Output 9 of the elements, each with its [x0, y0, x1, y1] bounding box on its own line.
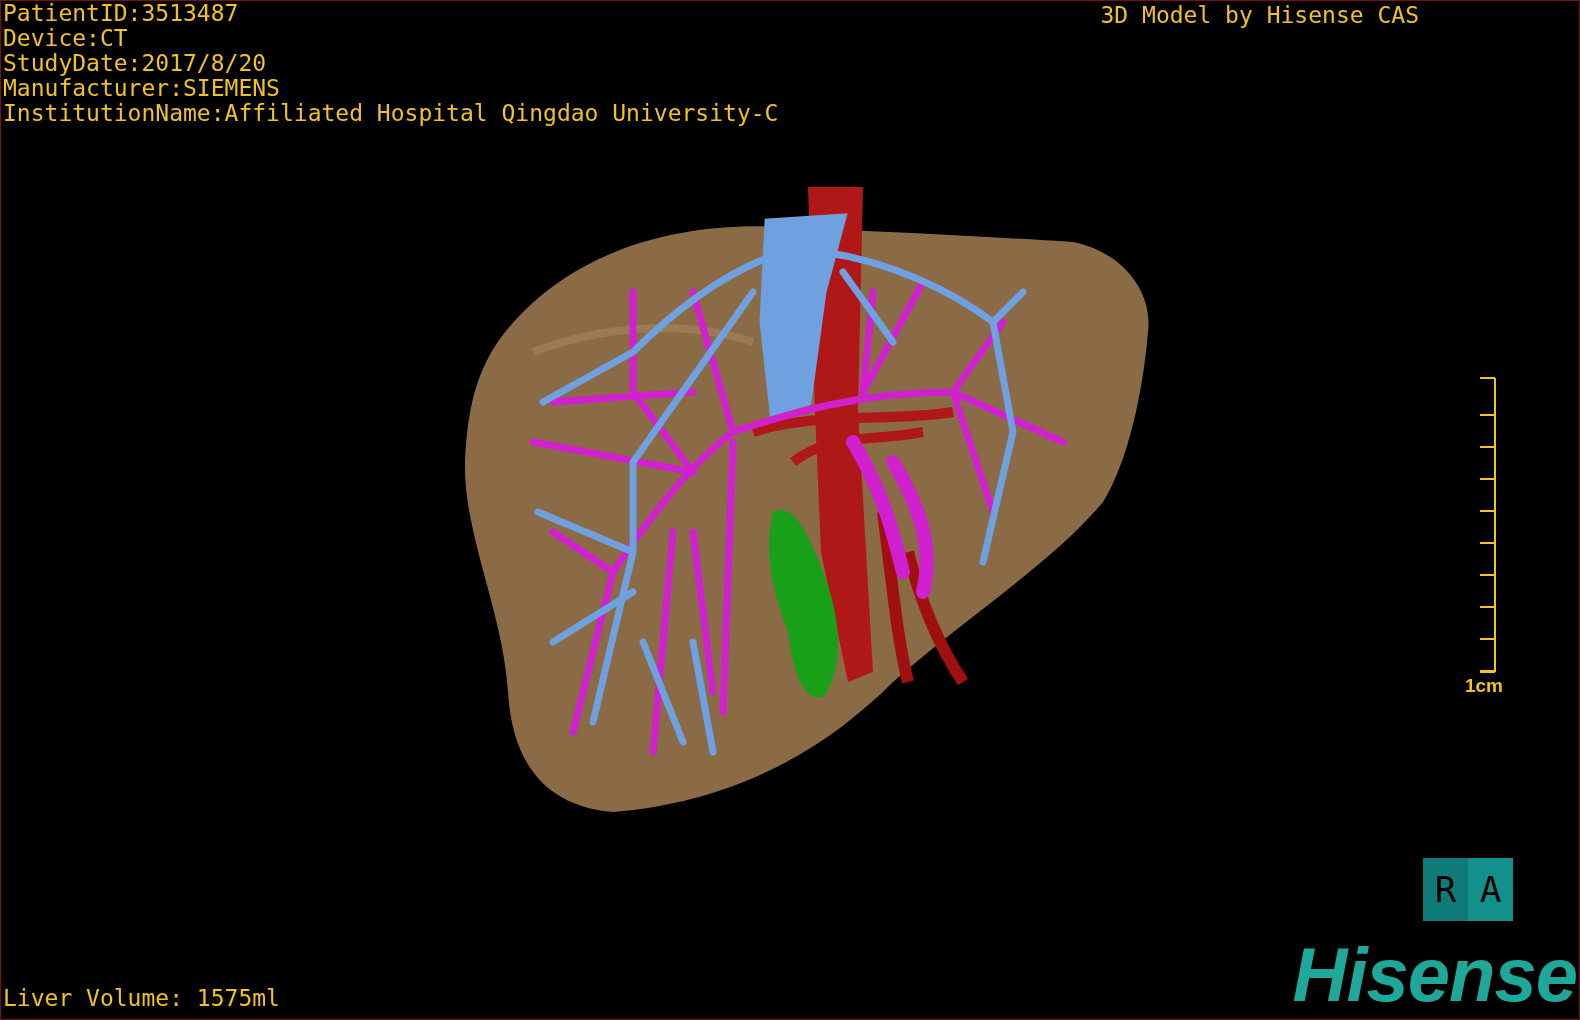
study-info-text: Manufacturer:SIEMENS [3, 76, 281, 101]
liver-volume-text: Liver Volume: 1575ml [2, 986, 280, 1013]
study-info-text: PatientID:3513487 [3, 1, 240, 26]
study-info-text: StudyDate:2017/8/20 [3, 51, 268, 76]
scale-label: 1cm [1464, 675, 1503, 697]
viewer-title: 3D Model by Hisense CAS [1100, 3, 1419, 28]
study-info-text: InstitutionName:Affiliated Hospital Qingdao University-C [3, 101, 779, 126]
logo: Hisense [1292, 943, 1577, 1007]
study-info-text: Device:CT [3, 26, 129, 51]
